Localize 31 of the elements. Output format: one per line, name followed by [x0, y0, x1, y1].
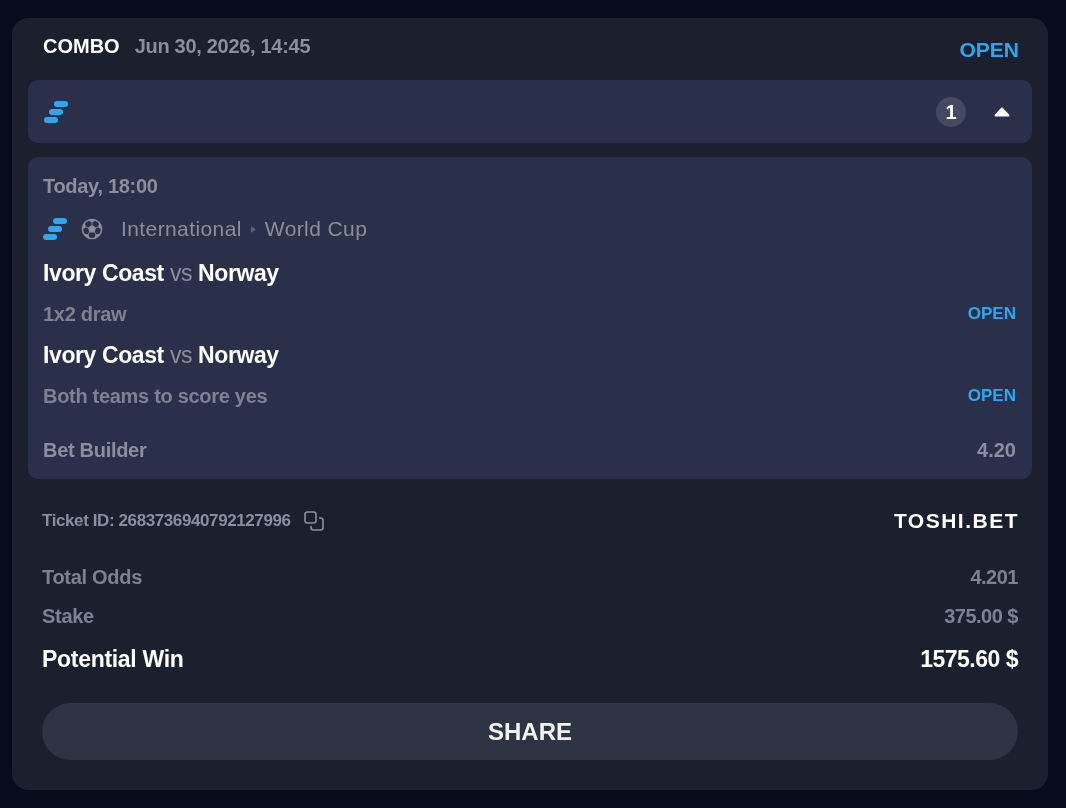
ticket-id: Ticket ID: 2683736940792127996	[42, 510, 291, 533]
summary-value: 4.201	[970, 565, 1018, 590]
selection-status: OPEN	[967, 303, 1016, 326]
summary-value: 375.00 $	[944, 604, 1018, 629]
bet-status: OPEN	[959, 38, 1019, 62]
soccer-ball-icon	[81, 218, 103, 240]
logo-icon	[43, 218, 67, 240]
bet-group-header[interactable]: 1	[28, 80, 1032, 143]
count-badge: 1	[936, 96, 966, 127]
caret-right-icon	[250, 225, 256, 233]
selection-status: OPEN	[967, 385, 1016, 408]
builder-odds: 4.20	[977, 438, 1016, 463]
market-name: Both teams to score yes	[43, 384, 268, 409]
brand-name: TOSHI.BET	[893, 508, 1019, 535]
bet-builder-label: Bet Builder	[43, 438, 147, 463]
summary-label: Stake	[42, 604, 94, 629]
bet-type: COMBO	[43, 34, 120, 58]
copy-icon[interactable]	[303, 511, 324, 531]
breadcrumb-link[interactable]: World Cup	[264, 213, 368, 245]
match-title: Ivory Coast vs Norway	[43, 258, 279, 288]
bet-date: Jun 30, 2026, 14:45	[134, 34, 311, 58]
logo-icon	[44, 100, 68, 123]
summary-label: Total Odds	[42, 565, 142, 590]
event-time: Today, 18:00	[43, 174, 158, 199]
match-title: Ivory Coast vs Norway	[43, 340, 279, 370]
summary-label: Potential Win	[42, 644, 184, 674]
summary-value: 1575.60 $	[920, 644, 1018, 674]
breadcrumb-link[interactable]: International	[121, 213, 242, 245]
market-name: 1x2 draw	[43, 302, 127, 327]
caret-up-icon[interactable]	[994, 106, 1010, 117]
share-button[interactable]: SHARE	[42, 703, 1018, 760]
